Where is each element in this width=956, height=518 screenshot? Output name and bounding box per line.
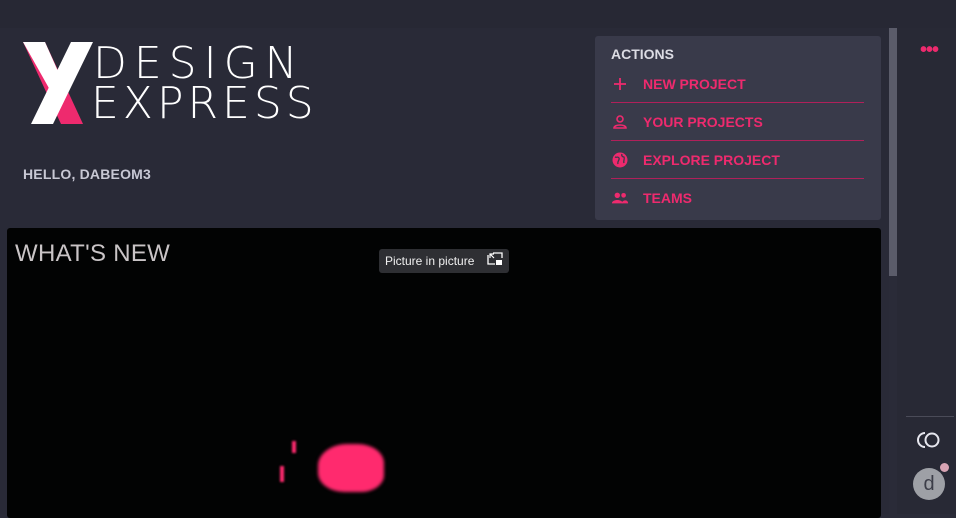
explore-project-label: EXPLORE PROJECT xyxy=(643,151,780,168)
actions-panel: ACTIONS NEW PROJECT YOUR PROJECTS EXPLOR… xyxy=(595,36,881,220)
your-projects-button[interactable]: YOUR PROJECTS xyxy=(611,103,864,141)
teams-button[interactable]: TEAMS xyxy=(611,179,864,216)
logo-text-express: EXPRESS xyxy=(91,78,318,129)
whats-new-title: WHAT'S NEW xyxy=(15,240,171,267)
picture-in-picture-tooltip[interactable]: Picture in picture xyxy=(379,249,509,273)
more-options-icon[interactable]: ••• xyxy=(920,40,939,60)
person-icon xyxy=(611,113,629,131)
top-bar xyxy=(0,0,956,28)
x-logo-icon xyxy=(23,42,93,124)
your-projects-label: YOUR PROJECTS xyxy=(643,113,763,130)
user-avatar[interactable]: d xyxy=(913,468,945,500)
globe-icon xyxy=(611,151,629,169)
greeting-text: HELLO, DABEOM3 xyxy=(23,166,152,182)
pip-icon xyxy=(487,251,503,271)
teams-label: TEAMS xyxy=(643,189,692,206)
whats-new-video[interactable]: WHAT'S NEW Picture in picture xyxy=(7,228,881,518)
new-project-label: NEW PROJECT xyxy=(643,75,746,92)
plus-icon xyxy=(611,75,629,93)
status-dot xyxy=(940,463,949,472)
video-frame-shape xyxy=(318,444,384,492)
app-logo-icon[interactable] xyxy=(917,431,941,449)
video-frame-shape xyxy=(280,466,284,482)
xd-express-logo: DESIGN EXPRESS xyxy=(23,42,314,154)
video-frame-shape xyxy=(292,441,296,453)
explore-project-button[interactable]: EXPLORE PROJECT xyxy=(611,141,864,179)
pip-label: Picture in picture xyxy=(385,254,475,268)
new-project-button[interactable]: NEW PROJECT xyxy=(611,65,864,103)
actions-title: ACTIONS xyxy=(611,46,674,62)
scrollbar[interactable] xyxy=(889,28,897,514)
scrollbar-thumb[interactable] xyxy=(889,28,897,276)
people-icon xyxy=(611,189,629,207)
divider xyxy=(906,416,954,417)
